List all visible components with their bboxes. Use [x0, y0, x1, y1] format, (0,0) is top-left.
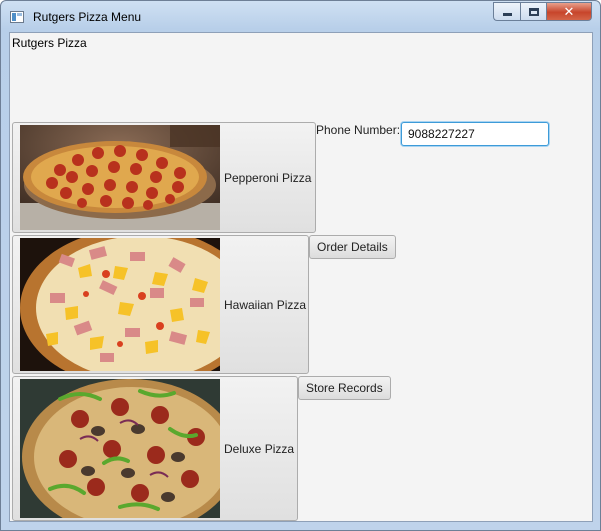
deluxe-pizza-label: Deluxe Pizza — [224, 441, 295, 456]
maximize-button[interactable] — [520, 2, 546, 21]
title-bar[interactable]: Rutgers Pizza Menu ✕ — [1, 1, 600, 31]
app-window: Rutgers Pizza Menu ✕ Rutgers Pizza Peppe… — [0, 0, 601, 531]
phone-number-label: Phone Number: — [316, 123, 401, 137]
phone-number-input[interactable] — [401, 122, 549, 146]
deluxe-pizza-image — [20, 379, 220, 518]
pepperoni-pizza-button[interactable]: Pepperoni Pizza — [12, 122, 316, 233]
deluxe-pizza-button[interactable]: Deluxe Pizza — [12, 376, 298, 521]
close-button[interactable]: ✕ — [546, 2, 592, 21]
hawaiian-pizza-image — [20, 238, 220, 371]
window-title: Rutgers Pizza Menu — [33, 10, 142, 24]
hawaiian-pizza-label: Hawaiian Pizza — [224, 297, 307, 312]
window-controls: ✕ — [493, 2, 592, 22]
hawaiian-pizza-button[interactable]: Hawaiian Pizza — [12, 235, 309, 374]
client-area: Rutgers Pizza Pepperoni Pizza Hawaiian P… — [9, 32, 593, 522]
store-records-button[interactable]: Store Records — [298, 376, 391, 400]
minimize-button[interactable] — [493, 2, 520, 21]
app-heading: Rutgers Pizza — [12, 36, 87, 50]
minimize-icon — [502, 13, 512, 16]
pepperoni-pizza-label: Pepperoni Pizza — [224, 170, 312, 185]
maximize-icon — [528, 7, 539, 16]
pepperoni-pizza-image — [20, 125, 220, 230]
order-details-button[interactable]: Order Details — [309, 235, 396, 259]
app-window-icon — [10, 11, 24, 23]
close-icon: ✕ — [563, 3, 575, 19]
